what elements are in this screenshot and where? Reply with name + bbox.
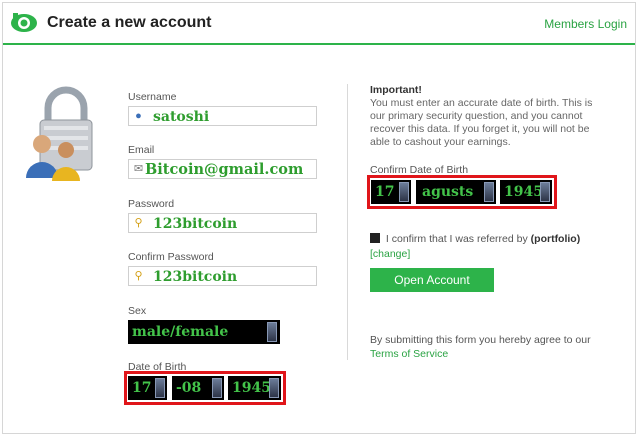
- username-label: Username: [128, 91, 177, 103]
- confirm-dob-year-value: 1945: [504, 184, 543, 200]
- lock-users-icon: [26, 86, 93, 181]
- email-label: Email: [128, 144, 155, 156]
- confirm-password-value: 123bitcoin: [153, 269, 238, 285]
- chevron-down-icon: [212, 378, 222, 398]
- terms-text: By submitting this form you hereby agree…: [370, 334, 591, 346]
- signup-panel: Create a new account Members Login: [2, 2, 636, 434]
- referrer-name: (portfolio): [530, 233, 581, 245]
- email-value: Bitcoin@gmail.com: [145, 161, 304, 178]
- chevron-down-icon: [267, 322, 277, 342]
- dob-year-select[interactable]: 1945: [228, 376, 281, 400]
- open-account-button[interactable]: Open Account: [370, 268, 494, 292]
- referral-text: I confirm that I was referred by: [385, 233, 528, 245]
- confirm-dob-month-select[interactable]: agusts: [416, 180, 496, 204]
- key-icon: ⚲: [134, 270, 143, 282]
- chevron-down-icon: [540, 182, 550, 202]
- password-label: Password: [128, 198, 175, 210]
- referral-checkbox[interactable]: [370, 233, 380, 243]
- sex-value: male/female: [132, 324, 229, 340]
- username-field[interactable]: ● satoshi: [128, 106, 317, 126]
- password-field[interactable]: ⚲ 123bitcoin: [128, 213, 317, 233]
- confirm-dob-day-value: 17: [375, 184, 395, 200]
- chevron-down-icon: [399, 182, 409, 202]
- dob-day-select[interactable]: 17: [128, 376, 167, 400]
- piggy-bank-icon: [11, 13, 37, 32]
- email-field[interactable]: ✉ Bitcoin@gmail.com: [128, 159, 317, 179]
- confirm-dob-day-select[interactable]: 17: [371, 180, 411, 204]
- sex-label: Sex: [128, 305, 147, 317]
- important-title: Important!: [370, 84, 422, 96]
- members-login-link[interactable]: Members Login: [544, 17, 627, 31]
- header: Create a new account Members Login: [3, 3, 635, 45]
- envelope-icon: ✉: [133, 163, 144, 175]
- column-divider: [347, 84, 348, 360]
- chevron-down-icon: [269, 378, 279, 398]
- change-link[interactable]: [change]: [370, 248, 410, 260]
- password-value: 123bitcoin: [153, 216, 238, 232]
- terms-link[interactable]: Terms of Service: [370, 348, 448, 360]
- confirm-dob-year-select[interactable]: 1945: [500, 180, 552, 204]
- chevron-down-icon: [484, 182, 494, 202]
- dob-day-value: 17: [132, 380, 152, 396]
- confirm-password-label: Confirm Password: [128, 251, 214, 263]
- page-title: Create a new account: [47, 14, 212, 31]
- confirm-password-field[interactable]: ⚲ 123bitcoin: [128, 266, 317, 286]
- dob-month-value: -08: [176, 380, 202, 396]
- chevron-down-icon: [155, 378, 165, 398]
- key-icon: ⚲: [134, 217, 143, 229]
- user-icon: ●: [135, 110, 142, 122]
- dob-year-value: 1945: [232, 380, 271, 396]
- username-value: satoshi: [153, 109, 210, 125]
- confirm-dob-month-value: agusts: [422, 184, 474, 200]
- sex-select[interactable]: male/female: [128, 320, 280, 344]
- dob-month-select[interactable]: -08: [172, 376, 224, 400]
- referral-confirm: I confirm that I was referred by (portfo…: [370, 233, 580, 245]
- important-text: You must enter an accurate date of birth…: [370, 97, 593, 148]
